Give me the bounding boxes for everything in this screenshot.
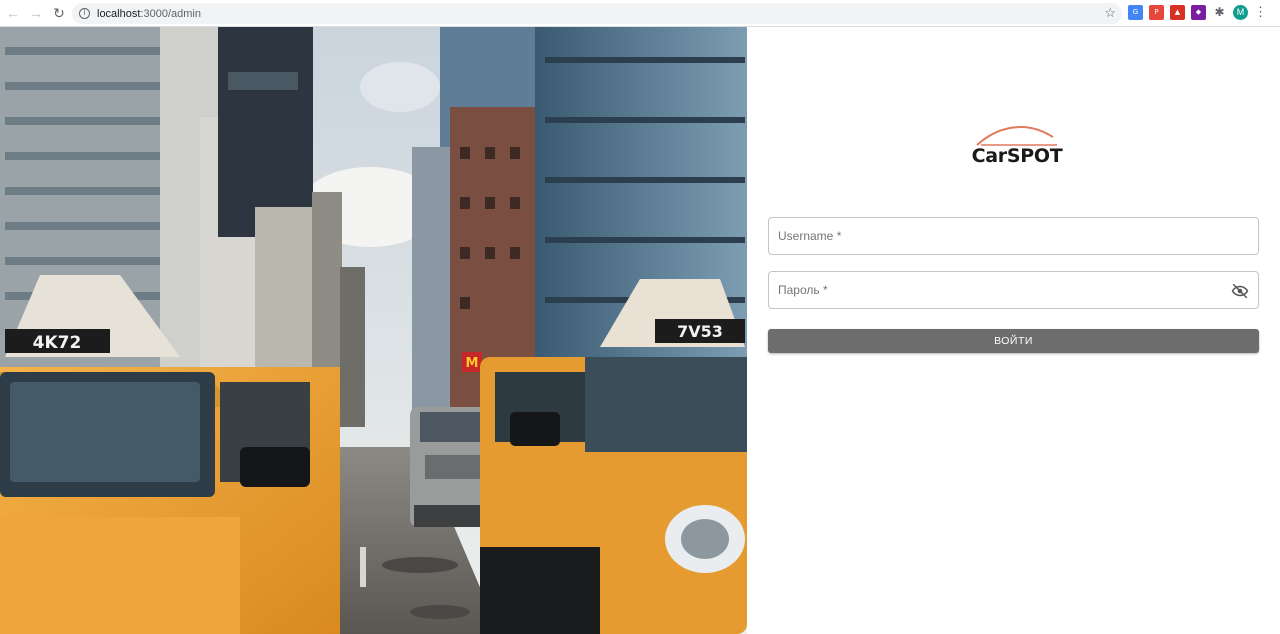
address-bar[interactable]: i localhost:3000/admin ☆ [72, 3, 1122, 24]
extensions-area: G P ▲ ◆ ✱ M ⋮ [1128, 4, 1267, 20]
back-arrow-icon[interactable]: ← [3, 3, 23, 23]
left-taxi-plate: 4K72 [33, 333, 82, 353]
hero-image: M 4K72 7V53 [0, 27, 747, 634]
login-button[interactable]: ВОЙТИ [768, 329, 1259, 353]
url-text: localhost:3000/admin [97, 8, 201, 20]
pdf-icon[interactable]: P [1149, 4, 1164, 20]
kebab-menu-icon[interactable]: ⋮ [1254, 4, 1267, 20]
password-input[interactable] [769, 272, 1258, 308]
profile-avatar[interactable]: M [1233, 4, 1248, 20]
logo-text: CarSPOT [971, 145, 1063, 167]
password-field[interactable]: Пароль * [768, 271, 1259, 309]
red-extension-icon[interactable]: ▲ [1170, 4, 1185, 20]
reload-icon[interactable]: ↻ [49, 3, 69, 23]
info-icon[interactable]: i [79, 8, 90, 19]
url-path: :3000/admin [140, 7, 201, 20]
translate-icon[interactable]: G [1128, 4, 1143, 20]
purple-extension-icon[interactable]: ◆ [1191, 4, 1206, 20]
login-panel: CarSPOT Username * Пароль * ВОЙТИ [747, 27, 1280, 634]
carspot-logo: CarSPOT [967, 123, 1067, 173]
username-field[interactable]: Username * [768, 217, 1259, 255]
url-host: localhost [97, 7, 141, 20]
bookmark-star-icon[interactable]: ☆ [1104, 5, 1116, 21]
right-taxi-plate: 7V53 [677, 322, 723, 341]
store-sign: M [466, 356, 479, 371]
forward-arrow-icon[interactable]: → [26, 3, 46, 23]
username-input[interactable] [769, 218, 1258, 254]
browser-toolbar: ← → ↻ i localhost:3000/admin ☆ G P ▲ ◆ ✱… [0, 0, 1280, 27]
puzzle-icon[interactable]: ✱ [1212, 5, 1227, 20]
visibility-off-icon[interactable] [1231, 282, 1249, 300]
